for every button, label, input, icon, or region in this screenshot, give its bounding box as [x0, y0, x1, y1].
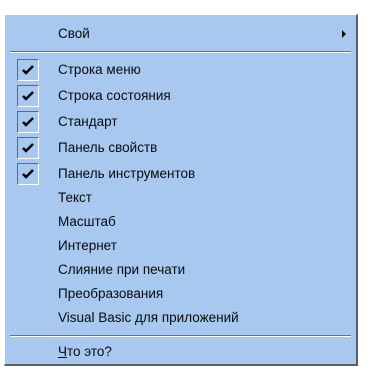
menu-item-label: Строка меню [58, 62, 141, 77]
menu-item-label: Visual Basic для приложений [58, 310, 239, 325]
menu-item-label: Преобразования [58, 286, 164, 301]
menu-item-label: Что это? [58, 344, 112, 360]
menu-item-custom[interactable]: Свой [9, 23, 352, 45]
menu-item-label: Интернет [58, 238, 117, 253]
checkmark-icon [17, 85, 39, 107]
checkmark-icon [17, 137, 39, 159]
menu-item-status-bar[interactable]: Строка состояния [9, 85, 352, 107]
menu-item-transformations[interactable]: Преобразования [9, 283, 352, 305]
menu-item-vba[interactable]: Visual Basic для приложений [9, 307, 352, 329]
menu-item-label: Слияние при печати [58, 262, 186, 277]
menu-item-menu-bar[interactable]: Строка меню [9, 59, 352, 81]
chevron-right-icon [342, 30, 346, 38]
menu-separator [10, 335, 351, 337]
menu-item-internet[interactable]: Интернет [9, 235, 352, 257]
menu-item-whats-this[interactable]: Что это? [9, 341, 352, 363]
menu-item-text[interactable]: Текст [9, 187, 352, 209]
menu-item-properties-panel[interactable]: Панель свойств [9, 137, 352, 159]
menu-item-label: Панель инструментов [58, 166, 196, 181]
checkmark-icon [17, 59, 39, 81]
menu-separator [10, 51, 351, 53]
menu-item-label-rest: то это? [67, 344, 112, 359]
menu-item-toolbox[interactable]: Панель инструментов [9, 163, 352, 185]
menu-item-label: Строка состояния [58, 88, 171, 103]
menu-item-label: Панель свойств [58, 140, 158, 155]
menu-item-print-merge[interactable]: Слияние при печати [9, 259, 352, 281]
menu-item-zoom[interactable]: Масштаб [9, 211, 352, 233]
menu-item-label: Стандарт [58, 114, 118, 129]
menu-item-label: Текст [58, 190, 92, 205]
checkmark-icon [17, 111, 39, 133]
checkmark-icon [17, 163, 39, 185]
accelerator-key: Ч [58, 344, 67, 359]
menu-item-label: Свой [58, 26, 90, 41]
menu-item-standard[interactable]: Стандарт [9, 111, 352, 133]
toolbars-context-menu: Свой Строка меню Строка состояния Станда… [4, 14, 358, 366]
menu-item-label: Масштаб [58, 214, 116, 229]
